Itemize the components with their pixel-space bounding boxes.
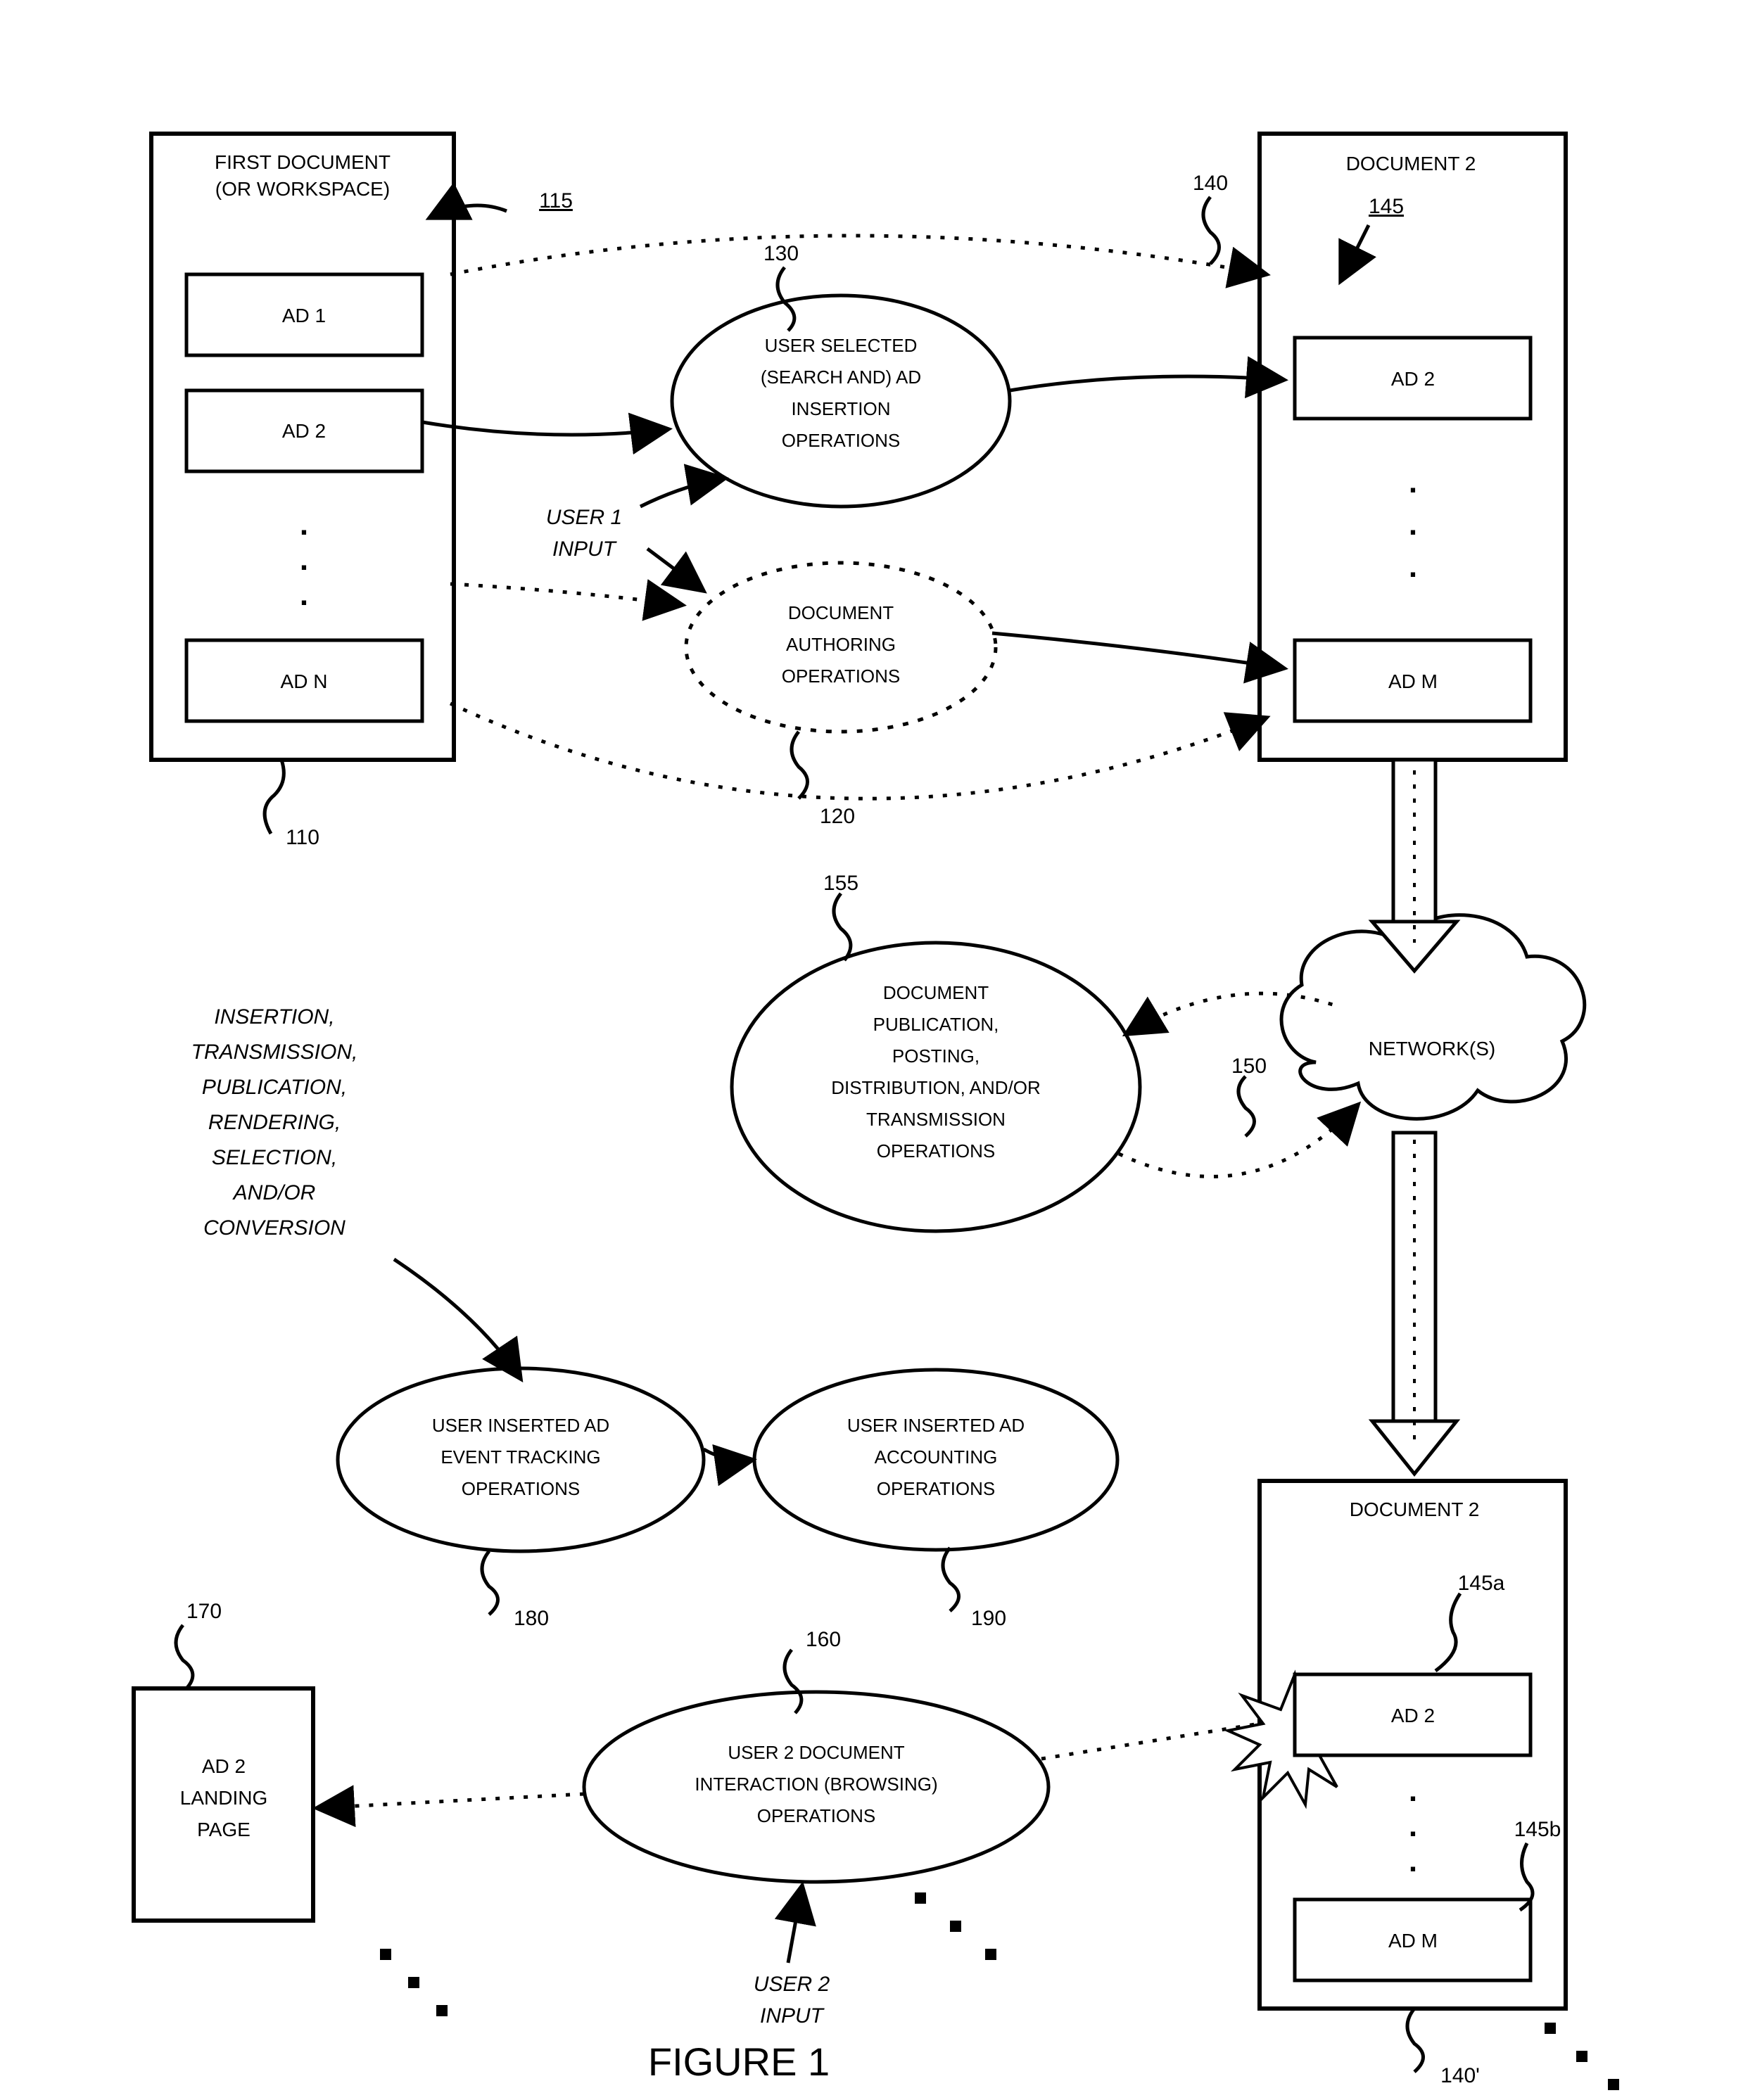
svg-text:OPERATIONS: OPERATIONS — [462, 1478, 581, 1499]
ref-145b: 145b — [1514, 1818, 1561, 1841]
ref-160: 160 — [806, 1628, 841, 1651]
svg-text:OPERATIONS: OPERATIONS — [877, 1478, 996, 1499]
svg-text:EVENT TRACKING: EVENT TRACKING — [440, 1446, 600, 1468]
doc1-title-2: (OR WORKSPACE) — [215, 178, 390, 200]
doc2a-adm: AD M — [1388, 670, 1438, 692]
svg-text:CONVERSION: CONVERSION — [203, 1216, 346, 1240]
op-browsing: USER 2 DOCUMENT INTERACTION (BROWSING) O… — [584, 1692, 1048, 1882]
svg-text:OPERATIONS: OPERATIONS — [757, 1805, 876, 1826]
svg-text:.: . — [300, 578, 308, 612]
svg-text:INSERTION,: INSERTION, — [214, 1005, 334, 1029]
landing-page-box: AD 2 LANDING PAGE — [134, 1688, 313, 1921]
ref-155: 155 — [823, 872, 858, 895]
ref-130: 130 — [763, 242, 799, 265]
doc1-ad1: AD 1 — [282, 305, 326, 326]
user2-label: USER 2 — [754, 1973, 830, 1996]
svg-text:DOCUMENT: DOCUMENT — [788, 602, 894, 623]
doc2b-title: DOCUMENT 2 — [1350, 1498, 1480, 1520]
svg-text:.: . — [300, 542, 308, 577]
ref-145: 145 — [1369, 195, 1404, 218]
ref-180: 180 — [514, 1607, 549, 1630]
ref-110: 110 — [286, 826, 319, 849]
op-insertion: USER SELECTED (SEARCH AND) AD INSERTION … — [672, 295, 1010, 507]
doc2b-ad2: AD 2 — [1391, 1705, 1435, 1726]
doc2a-title: DOCUMENT 2 — [1346, 153, 1476, 174]
doc2a-ad2: AD 2 — [1391, 368, 1435, 390]
svg-text:TRANSMISSION,: TRANSMISSION, — [191, 1041, 358, 1064]
svg-text:INTERACTION (BROWSING): INTERACTION (BROWSING) — [695, 1774, 937, 1795]
doc2b-adm: AD M — [1388, 1930, 1438, 1952]
ref-170: 170 — [186, 1600, 222, 1623]
svg-text:.: . — [1409, 1809, 1417, 1843]
svg-text:.: . — [300, 507, 308, 542]
svg-text:AND/OR: AND/OR — [232, 1181, 316, 1204]
annotation-insertion-etc: INSERTION, TRANSMISSION, PUBLICATION, RE… — [191, 1005, 358, 1240]
doc1-title-1: FIRST DOCUMENT — [215, 151, 391, 173]
svg-text:.: . — [1409, 507, 1417, 542]
ref-140: 140 — [1193, 172, 1228, 195]
svg-text:USER 2 DOCUMENT: USER 2 DOCUMENT — [728, 1742, 904, 1763]
svg-text:USER SELECTED: USER SELECTED — [765, 335, 918, 356]
ref-150: 150 — [1231, 1055, 1267, 1078]
svg-text:OPERATIONS: OPERATIONS — [782, 430, 901, 451]
svg-text:RENDERING,: RENDERING, — [208, 1111, 341, 1134]
svg-text:DISTRIBUTION, AND/OR: DISTRIBUTION, AND/OR — [831, 1077, 1041, 1098]
svg-text:PAGE: PAGE — [197, 1819, 251, 1840]
document-2-bottom: DOCUMENT 2 AD 2 . . . AD M — [1228, 1481, 1566, 2009]
svg-text:USER INSERTED AD: USER INSERTED AD — [432, 1415, 609, 1436]
svg-text:AUTHORING: AUTHORING — [786, 634, 896, 655]
user1-label: USER 1 — [546, 506, 622, 529]
user2-input-label: INPUT — [760, 2004, 825, 2028]
network-label: NETWORK(S) — [1369, 1038, 1495, 1059]
ref-145a: 145a — [1458, 1572, 1505, 1595]
svg-text:AD 2: AD 2 — [202, 1755, 246, 1777]
svg-text:OPERATIONS: OPERATIONS — [782, 666, 901, 687]
svg-text:TRANSMISSION: TRANSMISSION — [866, 1109, 1006, 1130]
svg-text:DOCUMENT: DOCUMENT — [883, 982, 989, 1003]
svg-text:LANDING: LANDING — [180, 1787, 267, 1809]
op-publication: DOCUMENT PUBLICATION, POSTING, DISTRIBUT… — [732, 943, 1140, 1231]
op-authoring: DOCUMENT AUTHORING OPERATIONS — [686, 563, 996, 732]
svg-text:POSTING,: POSTING, — [892, 1045, 980, 1067]
ref-140p: 140' — [1440, 2064, 1480, 2087]
doc1-ad2: AD 2 — [282, 420, 326, 442]
svg-text:OPERATIONS: OPERATIONS — [877, 1140, 996, 1162]
doc1-adn: AD N — [281, 670, 328, 692]
svg-text:SELECTION,: SELECTION, — [212, 1146, 337, 1169]
svg-text:ACCOUNTING: ACCOUNTING — [875, 1446, 998, 1468]
svg-text:INSERTION: INSERTION — [791, 398, 890, 419]
svg-text:.: . — [1409, 549, 1417, 584]
ref-115: 115 — [539, 189, 573, 212]
svg-text:PUBLICATION,: PUBLICATION, — [873, 1014, 999, 1035]
first-document-box: FIRST DOCUMENT (OR WORKSPACE) AD 1 AD 2 … — [151, 134, 454, 760]
svg-text:(SEARCH AND) AD: (SEARCH AND) AD — [761, 367, 921, 388]
svg-text:.: . — [1409, 1844, 1417, 1878]
svg-text:.: . — [1409, 465, 1417, 499]
svg-text:USER INSERTED AD: USER INSERTED AD — [847, 1415, 1025, 1436]
svg-text:PUBLICATION,: PUBLICATION, — [202, 1076, 347, 1099]
op-tracking: USER INSERTED AD EVENT TRACKING OPERATIO… — [338, 1368, 704, 1551]
op-accounting: USER INSERTED AD ACCOUNTING OPERATIONS — [754, 1370, 1117, 1550]
diagram-canvas: FIRST DOCUMENT (OR WORKSPACE) AD 1 AD 2 … — [0, 0, 1743, 2100]
document-2-top: DOCUMENT 2 145 AD 2 . . . AD M — [1260, 134, 1566, 760]
user1-input-label: INPUT — [552, 537, 618, 561]
figure-label: FIGURE 1 — [648, 2039, 830, 2084]
ref-190: 190 — [971, 1607, 1006, 1630]
ref-120: 120 — [820, 805, 855, 828]
svg-text:.: . — [1409, 1774, 1417, 1808]
